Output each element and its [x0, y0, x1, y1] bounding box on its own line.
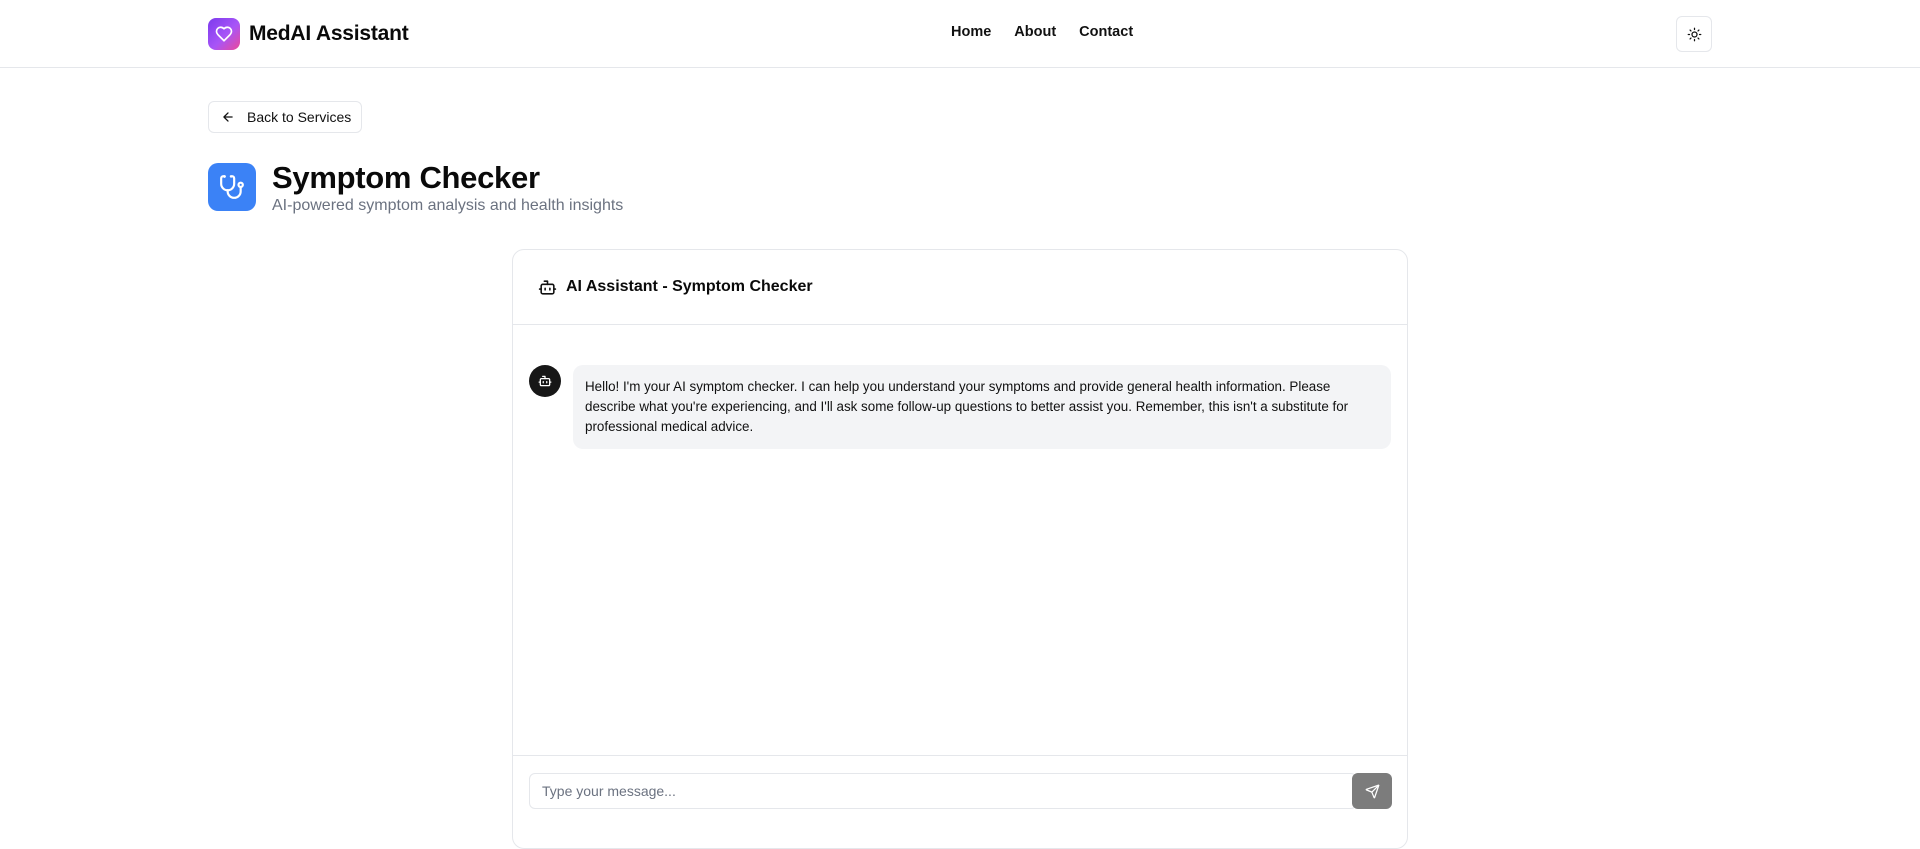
page-header: Symptom Checker AI-powered symptom analy…: [208, 160, 623, 215]
stethoscope-icon: [208, 163, 256, 211]
back-button-label: Back to Services: [247, 109, 352, 125]
send-button[interactable]: [1352, 773, 1392, 809]
heart-icon: [208, 18, 240, 50]
bot-avatar: [529, 365, 561, 397]
brand[interactable]: MedAI Assistant: [208, 17, 409, 51]
sun-icon: [1687, 27, 1701, 41]
assistant-message: Hello! I'm your AI symptom checker. I ca…: [529, 365, 1391, 449]
top-navbar: MedAI Assistant Home About Contact: [0, 0, 1920, 68]
message-input[interactable]: [529, 773, 1357, 809]
nav-home-link[interactable]: Home: [951, 24, 991, 40]
chat-title: AI Assistant - Symptom Checker: [566, 278, 813, 295]
page-subtitle: AI-powered symptom analysis and health i…: [272, 197, 624, 214]
back-to-services-button[interactable]: Back to Services: [208, 101, 363, 133]
page-title: Symptom Checker: [272, 160, 540, 195]
theme-toggle-button[interactable]: [1676, 16, 1712, 52]
message-list[interactable]: Hello! I'm your AI symptom checker. I ca…: [513, 325, 1407, 755]
bot-icon: [538, 279, 557, 295]
nav-about-link[interactable]: About: [1014, 24, 1056, 40]
send-icon: [1365, 784, 1379, 798]
nav-contact-link[interactable]: Contact: [1079, 24, 1133, 40]
brand-name: MedAI Assistant: [249, 22, 409, 45]
bot-icon: [538, 375, 552, 387]
message-composer: [513, 755, 1407, 848]
chat-header: AI Assistant - Symptom Checker: [513, 250, 1407, 325]
message-bubble: Hello! I'm your AI symptom checker. I ca…: [573, 365, 1391, 449]
chat-card: AI Assistant - Symptom Checker Hello! I'…: [512, 249, 1408, 849]
arrow-left-icon: [223, 112, 233, 122]
main-nav: Home About Contact: [951, 24, 1133, 40]
